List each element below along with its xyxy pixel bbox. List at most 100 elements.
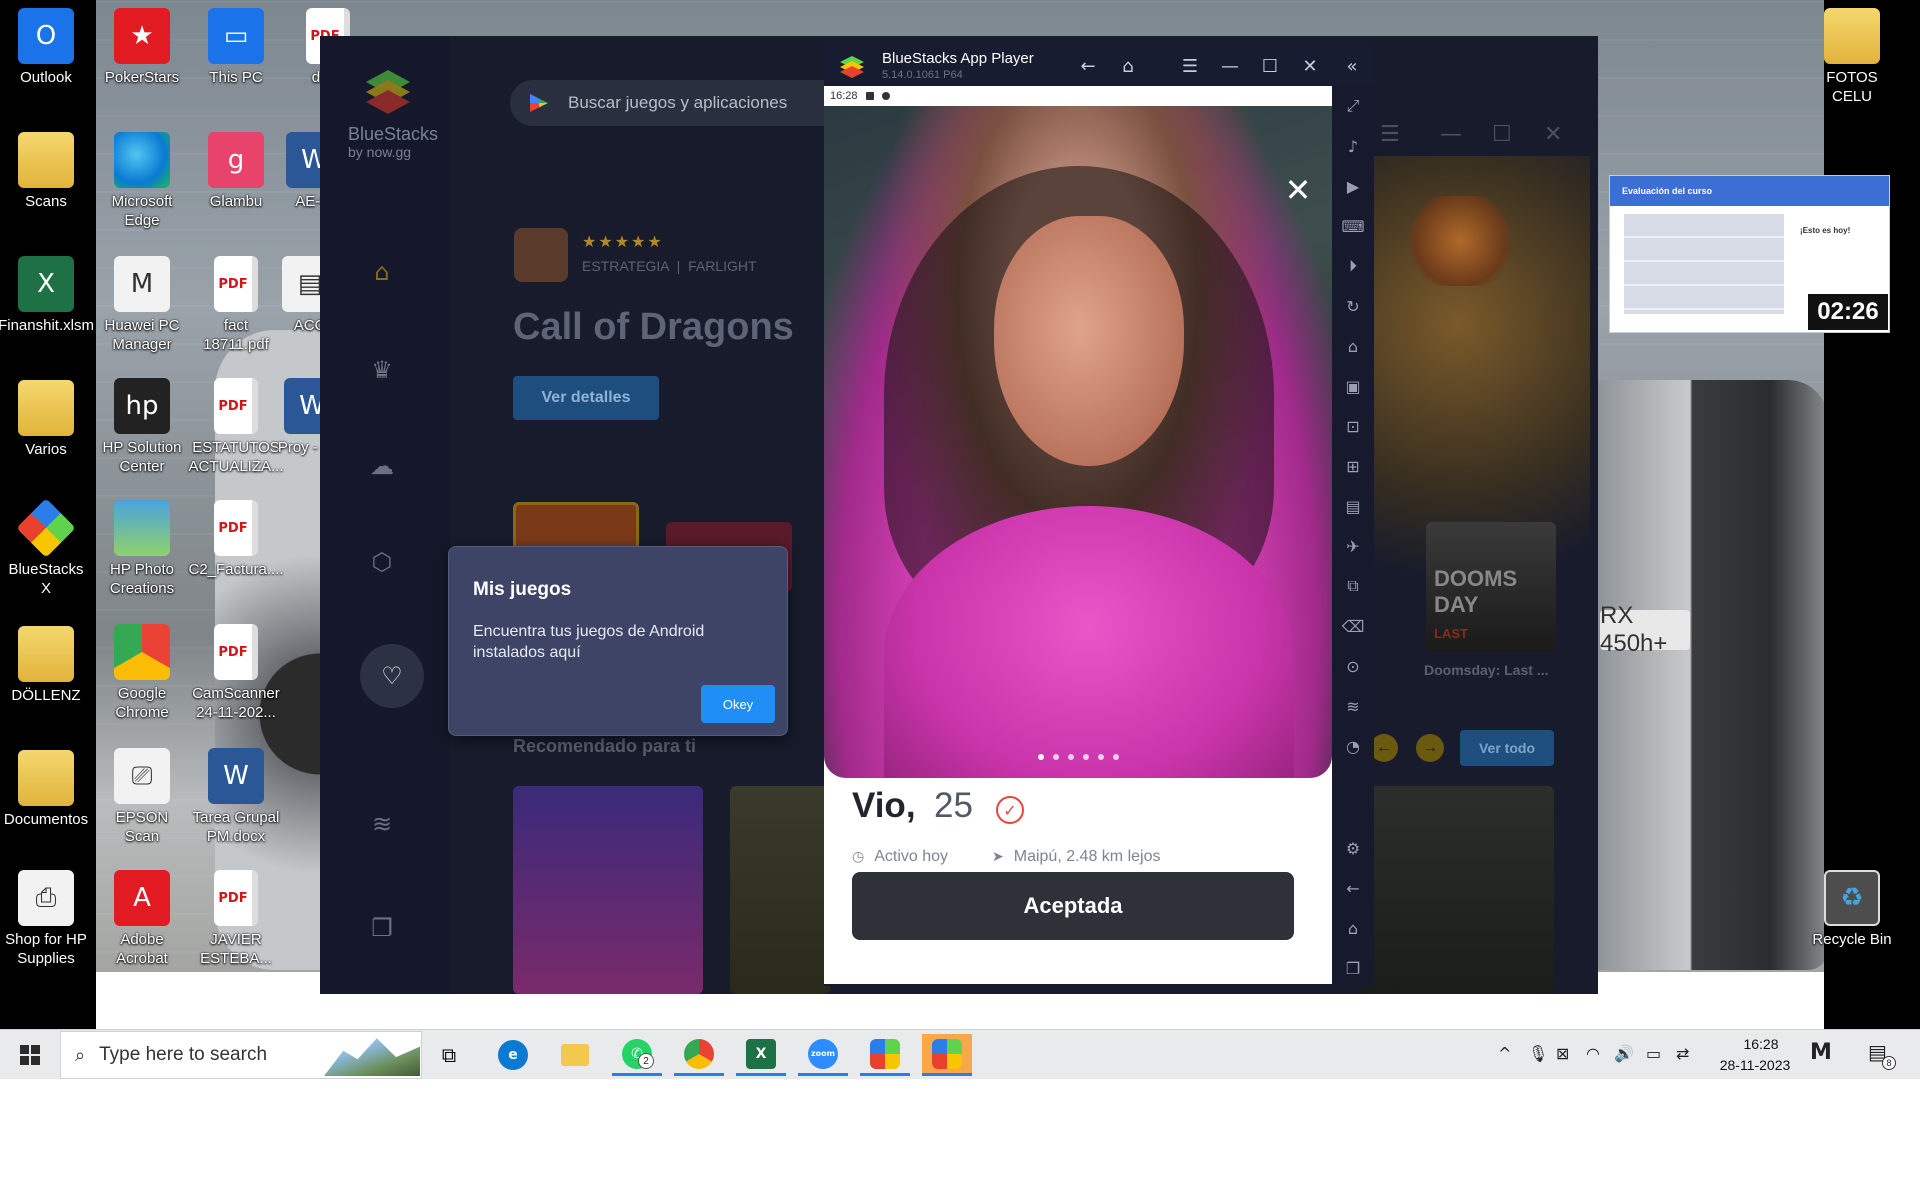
featured-game-thumbnail[interactable] [514,228,568,282]
volume-icon[interactable]: 🔊 [1614,1044,1634,1063]
game-tile-doomsday[interactable]: DOOMS DAY LAST [1426,522,1556,652]
bluestacks-player-taskbar-icon[interactable] [922,1034,972,1076]
android-back-icon[interactable]: ← [1341,876,1365,900]
web3-icon[interactable]: ⬡ [362,542,402,582]
show-hidden-icons-chevron-icon[interactable]: ^ [1498,1044,1511,1063]
crop-icon[interactable]: ⊞ [1341,454,1365,478]
desktop-icon-acrobat[interactable]: A Adobe Acrobat [98,870,186,968]
desktop-icon-javier-pdf[interactable]: PDF JAVIER ESTEBA... [192,870,280,968]
desktop-icon-camscanner-pdf[interactable]: PDF CamScanner 24-11-202... [192,624,280,722]
file-explorer-icon[interactable] [550,1034,600,1076]
eco-mode-icon[interactable]: ◔ [1341,734,1365,758]
gallery-icon[interactable]: ▤ [1341,494,1365,518]
fullscreen-icon[interactable]: ⤢ [1341,94,1365,118]
camera-usage-icon[interactable]: ⊠ [1556,1044,1569,1063]
game-tile-pop[interactable] [513,786,703,994]
pagination-dot[interactable] [1082,754,1089,760]
multi-instance-icon[interactable]: ⧉ [1341,574,1365,598]
android-recents-icon[interactable]: ❐ [1341,956,1365,980]
launcher-maximize-icon[interactable]: ☐ [1492,122,1512,147]
desktop-icon-this-pc[interactable]: ▭ This PC [192,8,280,87]
record-icon[interactable]: ▣ [1341,374,1365,398]
maximize-icon[interactable]: ☐ [1256,54,1284,78]
pagination-dot[interactable] [1052,754,1059,760]
airplane-icon[interactable]: ✈ [1341,534,1365,558]
desktop-icon-edge[interactable]: Microsoft Edge [98,132,186,230]
launcher-close-icon[interactable]: ✕ [1544,122,1562,147]
my-games-heart-icon[interactable]: ♡ [360,644,424,708]
whatsapp-taskbar-icon[interactable]: ✆ 2 [612,1034,662,1076]
rotate-icon[interactable]: ↻ [1341,294,1365,318]
chrome-taskbar-icon[interactable] [674,1034,724,1076]
gamepad-icon[interactable]: ⌂ [1341,334,1365,358]
eraser-icon[interactable]: ⌫ [1341,614,1365,638]
view-details-button[interactable]: Ver detalles [513,376,659,420]
desktop-icon-dollenz[interactable]: DÖLLENZ [2,626,90,705]
windows-start-icon[interactable] [10,1037,50,1073]
desktop-icon-shop-hp[interactable]: ⎙ Shop for HP Supplies [2,870,90,968]
close-icon[interactable]: ✕ [1296,54,1324,78]
huawei-tray-icon[interactable]: M [1810,1040,1832,1065]
microphone-icon[interactable]: 🎙 [1528,1044,1548,1063]
wifi-icon[interactable]: ◠ [1586,1044,1600,1063]
close-icon[interactable]: ✕ [1280,171,1316,209]
desktop-icon-epson[interactable]: ⎚ EPSON Scan [98,748,186,846]
media-manager-icon[interactable]: ▶ [1341,174,1365,198]
desktop-icon-varios[interactable]: Varios [2,380,90,459]
desktop-icon-recycle-bin[interactable]: ♻ Recycle Bin [1808,870,1896,949]
layers-icon[interactable]: ≋ [362,804,402,844]
taskbar-clock-time[interactable]: 16:28 [1726,1036,1796,1052]
taskbar-clock-date[interactable]: 28-11-2023 [1710,1057,1800,1073]
tooltip-ok-button[interactable]: Okey [701,685,775,723]
game-tile-manco-capac[interactable] [730,786,830,994]
location-icon[interactable]: ⊙ [1341,654,1365,678]
zoom-taskbar-icon[interactable]: zoom [798,1034,848,1076]
see-all-button[interactable]: Ver todo [1460,730,1554,766]
volume-icon[interactable]: ♪ [1341,134,1365,158]
screenshot-icon[interactable]: ⊡ [1341,414,1365,438]
desktop-icon-tarea-docx[interactable]: W Tarea Grupal PM.docx [192,748,280,846]
launcher-minimize-icon[interactable]: — [1440,122,1462,147]
desktop-icon-pokerstars[interactable]: ★ PokerStars [98,8,186,87]
player-titlebar[interactable]: BlueStacks App Player 5.14.0.1061 P64 ← … [824,46,1374,86]
pagination-dot[interactable] [1037,754,1044,760]
desktop-icon-scans[interactable]: Scans [2,132,90,211]
sync-icon[interactable]: ⇄ [1676,1044,1689,1063]
keyboard-icon[interactable]: ⌨ [1341,214,1365,238]
launcher-menu-icon[interactable]: ☰ [1380,122,1400,147]
back-arrow-icon[interactable]: ← [1074,54,1102,78]
desktop-icon-estatutos-pdf[interactable]: PDF ESTATUTOS ACTUALIZA... [189,378,284,476]
desktop-icon-documentos[interactable]: Documentos [2,750,90,829]
desktop-icon-hp-photo[interactable]: HP Photo Creations [98,500,186,598]
desktop-icon-outlook[interactable]: O Outlook [2,8,90,87]
minimize-icon[interactable]: — [1216,54,1244,78]
menu-icon[interactable]: ☰ [1176,54,1204,78]
desktop-icon-huawei[interactable]: M Huawei PC Manager [98,256,186,354]
excel-taskbar-icon[interactable]: X [736,1034,786,1076]
desktop-icon-c2-factura-pdf[interactable]: PDF C2_Factura.... [188,500,284,579]
floating-video-overlay[interactable]: Evaluación del curso ¡Esto es hoy! 02:26 [1609,175,1890,333]
home-icon[interactable]: ⌂ [1114,54,1142,78]
macro-icon[interactable]: ⏵ [1341,254,1365,278]
settings-gear-icon[interactable]: ⚙ [1341,836,1365,860]
pagination-dot[interactable] [1097,754,1104,760]
collapse-sidebar-icon[interactable]: « [1338,54,1366,78]
carousel-prev-icon[interactable]: ← [1370,734,1398,762]
desktop-icon-fotos-celu[interactable]: FOTOS CELU [1808,8,1896,106]
edge-taskbar-icon[interactable]: e [488,1034,538,1076]
crown-icon[interactable]: ♛ [362,350,402,390]
desktop-icon-glambu[interactable]: g Glambu [192,132,280,211]
cloud-download-icon[interactable]: ☁ [362,446,402,486]
carousel-next-icon[interactable]: → [1416,734,1444,762]
pagination-dot[interactable] [1067,754,1074,760]
android-home-icon[interactable]: ⌂ [1341,916,1365,940]
desktop-icon-bluestacks-x[interactable]: BlueStacks X [2,498,90,598]
layers-icon[interactable]: ≋ [1341,694,1365,718]
home-icon[interactable]: ⌂ [362,252,402,292]
game-tile-state[interactable] [1360,786,1554,994]
task-view-icon[interactable]: ⧉ [424,1034,474,1076]
battery-icon[interactable]: ▭ [1646,1044,1661,1063]
accepted-button[interactable]: Aceptada [852,872,1294,940]
multi-instance-icon[interactable]: ❐ [362,908,402,948]
pagination-dot[interactable] [1112,754,1119,760]
